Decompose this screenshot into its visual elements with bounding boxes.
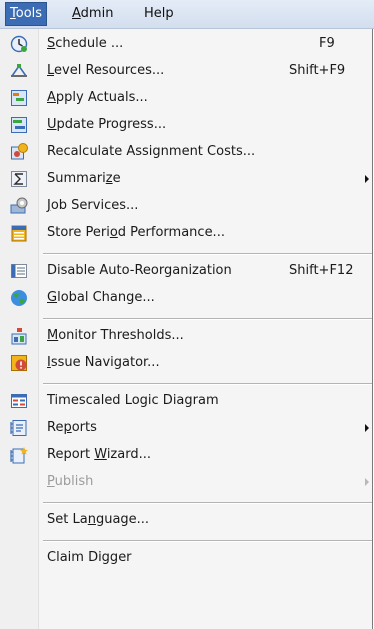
menu-item-label: Timescaled Logic Diagram xyxy=(47,393,219,408)
timescaled-diagram-icon xyxy=(11,394,27,408)
apply-actuals-icon xyxy=(11,90,27,106)
menu-item-label: Apply Actuals... xyxy=(47,90,148,105)
shortcut-text: Shift+F12 xyxy=(289,263,354,278)
menu-item-label: Store Period Performance... xyxy=(47,225,225,240)
menu-item-update-progress[interactable]: Update Progress... xyxy=(0,112,372,138)
menu-item-reports[interactable]: Reports xyxy=(0,415,372,441)
menu-separator xyxy=(43,318,372,320)
menu-item-apply-actuals[interactable]: Apply Actuals... xyxy=(0,85,372,111)
submenu-arrow-icon xyxy=(365,424,369,432)
menu-separator xyxy=(43,502,372,504)
menu-item-report-wizard[interactable]: Report Wizard... xyxy=(0,442,372,468)
menu-item-label: Claim Digger xyxy=(47,550,132,565)
submenu-arrow-icon xyxy=(365,175,369,183)
menu-item-timescaled-logic-diagram[interactable]: Timescaled Logic Diagram xyxy=(0,388,372,414)
menu-item-issue-navigator[interactable]: Issue Navigator... xyxy=(0,350,372,376)
menu-item-global-change[interactable]: Global Change... xyxy=(0,285,372,311)
menu-item-recalculate-assignment-costs[interactable]: Recalculate Assignment Costs... xyxy=(0,139,372,165)
menu-item-claim-digger[interactable]: Claim Digger xyxy=(0,545,372,571)
menu-item-disable-auto-reorganization[interactable]: Disable Auto-Reorganization Shift+F12 xyxy=(0,258,372,284)
menu-item-label: Recalculate Assignment Costs... xyxy=(47,144,256,159)
menu-item-label: Global Change... xyxy=(47,290,155,305)
menu-admin[interactable]: Admin xyxy=(68,3,117,25)
menu-item-publish: Publish xyxy=(0,469,372,495)
menu-item-label: Reports xyxy=(47,420,97,435)
menu-item-label: Summarize xyxy=(47,171,121,186)
issue-navigator-icon xyxy=(11,355,27,371)
menu-item-store-period-performance[interactable]: Store Period Performance... xyxy=(0,220,372,246)
menu-item-label: Level Resources... xyxy=(47,63,165,78)
thresholds-icon xyxy=(11,328,27,345)
menu-help[interactable]: Help xyxy=(140,3,178,25)
job-services-icon xyxy=(10,197,28,214)
menu-item-label: Update Progress... xyxy=(47,117,167,132)
menu-bar: Tools Admin Help xyxy=(0,0,374,29)
submenu-arrow-icon xyxy=(365,478,369,486)
shortcut-text: F9 xyxy=(319,36,335,51)
menu-help-label: Help xyxy=(144,6,174,21)
menu-item-job-services[interactable]: Job Services... xyxy=(0,193,372,219)
menu-separator xyxy=(43,383,372,385)
store-period-icon xyxy=(11,225,27,242)
menu-admin-mnemonic: A xyxy=(72,6,81,21)
menu-item-set-language[interactable]: Set Language... xyxy=(0,507,372,533)
menu-admin-label-rest: dmin xyxy=(80,6,114,21)
menu-item-label: Schedule ... xyxy=(47,36,124,51)
menu-item-label: Issue Navigator... xyxy=(47,355,160,370)
globe-icon xyxy=(11,290,27,306)
menu-tools-label-rest: ools xyxy=(15,6,43,21)
tools-dropdown-menu: Schedule ... F9 Level Resources... Shift… xyxy=(0,29,373,629)
menu-item-label: Disable Auto-Reorganization xyxy=(47,263,232,278)
recalculate-icon xyxy=(11,143,28,160)
menu-item-level-resources[interactable]: Level Resources... Shift+F9 xyxy=(0,58,372,84)
menu-item-label: Job Services... xyxy=(47,198,139,213)
update-progress-icon xyxy=(11,117,27,133)
summarize-icon xyxy=(11,171,27,187)
reorganization-icon xyxy=(11,264,27,278)
level-resources-icon xyxy=(11,64,27,77)
shortcut-text: Shift+F9 xyxy=(289,63,346,78)
menu-item-label: Set Language... xyxy=(47,512,150,527)
menu-item-label: Publish xyxy=(47,474,94,489)
menu-item-label: Monitor Thresholds... xyxy=(47,328,184,343)
menu-separator xyxy=(43,540,372,542)
menu-item-schedule[interactable]: Schedule ... F9 xyxy=(0,31,372,57)
schedule-icon xyxy=(10,35,28,53)
reports-icon xyxy=(10,420,27,436)
menu-tools[interactable]: Tools xyxy=(5,2,48,26)
menu-item-label: Report Wizard... xyxy=(47,447,151,462)
menu-separator xyxy=(43,253,372,255)
menu-item-summarize[interactable]: Summarize xyxy=(0,166,372,192)
menu-item-monitor-thresholds[interactable]: Monitor Thresholds... xyxy=(0,323,372,349)
report-wizard-icon xyxy=(10,447,28,464)
